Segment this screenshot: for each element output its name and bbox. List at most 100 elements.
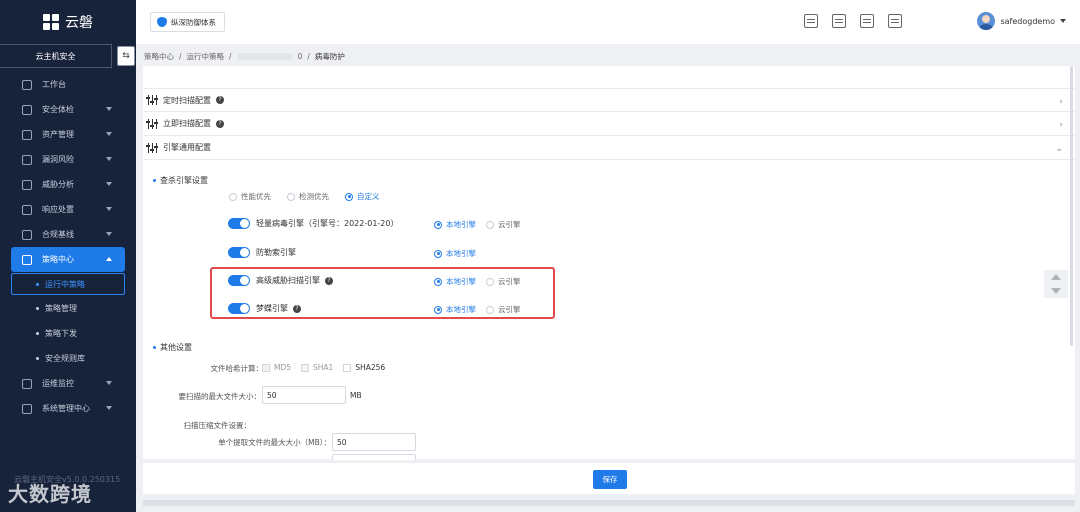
sidebar-item-system[interactable]: 系统管理中心 — [0, 396, 136, 421]
radio-icon — [486, 277, 494, 286]
arrow-up-icon[interactable] — [1051, 274, 1061, 280]
radio-label: 本地引擎 — [446, 305, 476, 314]
checkbox-icon — [301, 363, 310, 372]
checkbox-sha1[interactable]: SHA1 — [301, 363, 333, 372]
chevron-down-icon — [106, 107, 112, 111]
chevron-down-icon — [106, 381, 112, 385]
arrow-down-icon[interactable] — [1051, 288, 1061, 294]
radio-local-engine[interactable]: 本地引擎 — [434, 276, 476, 287]
radio-icon — [434, 305, 442, 314]
help-icon[interactable]: ? — [293, 304, 301, 313]
engine-row-ransomware: 防勒索引擎 — [228, 247, 296, 258]
sidebar-nav: 工作台 安全体检 资产管理 漏洞风险 威胁分析 响应处置 合规基线 策略中心 运… — [0, 72, 136, 421]
radio-detection[interactable]: 检测优先 — [287, 191, 329, 202]
mode-radio-group: 性能优先 检测优先 自定义 — [229, 191, 380, 202]
sidebar-item-monitor[interactable]: 运维监控 — [0, 371, 136, 396]
engine-toggle[interactable] — [228, 247, 250, 258]
scroll-buttons[interactable] — [1044, 270, 1068, 298]
help-icon[interactable]: ? — [216, 119, 224, 128]
radio-local-engine[interactable]: 本地引擎 — [434, 248, 476, 259]
save-button[interactable]: 保存 — [593, 470, 627, 489]
collapse-icon[interactable]: ⇆ — [117, 46, 135, 66]
checkbox-md5[interactable]: MD5 — [262, 363, 291, 372]
bottom-strip — [143, 500, 1075, 506]
accordion-scheduled-scan[interactable]: 定时扫描配置 ? › — [143, 88, 1075, 112]
username: safedogdemo — [1000, 16, 1055, 26]
sidebar-item-label: 系统管理中心 — [42, 404, 90, 413]
radio-icon — [434, 220, 442, 229]
breadcrumb-item[interactable]: 策略中心 — [144, 51, 174, 62]
sidebar-item-checkup[interactable]: 安全体检 — [0, 97, 136, 122]
sidebar-item-label: 合规基线 — [42, 230, 74, 239]
checkbox-label: SHA1 — [313, 363, 334, 372]
sidebar-subitem-running-policy[interactable]: 运行中策略 — [11, 273, 125, 295]
radio-cloud-engine[interactable]: 云引擎 — [486, 276, 521, 287]
sidebar-item-asset[interactable]: 资产管理 — [0, 122, 136, 147]
redacted-text — [236, 53, 293, 60]
section-title: 其他设置 — [160, 343, 192, 352]
engine-source-lightweight: 本地引擎 云引擎 — [434, 219, 521, 230]
max-size-input[interactable]: 50 — [262, 386, 346, 404]
radio-label: 本地引擎 — [446, 220, 476, 229]
sidebar-item-response[interactable]: 响应处置 — [0, 197, 136, 222]
engine-label-text: 梦蝶引擎 — [256, 304, 288, 313]
help-icon[interactable]: ? — [216, 96, 224, 104]
sidebar-subitem-label: 运行中策略 — [45, 279, 85, 289]
user-menu[interactable]: safedogdemo — [977, 12, 1066, 30]
checkbox-icon — [343, 363, 352, 372]
sidebar-item-threat[interactable]: 威胁分析 — [0, 172, 136, 197]
radio-cloud-engine[interactable]: 云引擎 — [486, 304, 521, 315]
sidebar-item-baseline[interactable]: 合规基线 — [0, 222, 136, 247]
screen-icon[interactable] — [804, 14, 818, 28]
engine-label: 高级威胁扫描引擎? — [256, 275, 333, 286]
radio-icon — [434, 277, 442, 286]
sidebar-item-workbench[interactable]: 工作台 — [0, 72, 136, 97]
checkbox-label: SHA256 — [355, 363, 386, 372]
sidebar-subitem-policy-deploy[interactable]: 策略下发 — [0, 321, 136, 346]
radio-icon — [287, 192, 295, 201]
radio-custom[interactable]: 自定义 — [345, 191, 380, 202]
accordion-label: 定时扫描配置 — [163, 95, 211, 105]
engine-toggle[interactable] — [228, 218, 250, 229]
breadcrumb-separator: / — [307, 52, 310, 61]
sidebar-item-label: 工作台 — [42, 80, 66, 89]
radio-cloud-engine[interactable]: 云引擎 — [486, 219, 521, 230]
radio-label: 云引擎 — [498, 277, 521, 286]
next-input-partial[interactable] — [332, 454, 416, 460]
sidebar-subitem-policy-manage[interactable]: 策略管理 — [0, 296, 136, 321]
engine-row-mengdie: 梦蝶引擎? — [228, 303, 301, 314]
checkbox-sha256[interactable]: SHA256 — [343, 363, 385, 372]
extract-size-input[interactable]: 50 — [332, 433, 416, 451]
server-icon[interactable] — [832, 14, 846, 28]
tab-defense-system[interactable]: 纵深防御体系 — [150, 12, 225, 32]
chevron-down-icon — [1060, 19, 1066, 23]
sidebar-item-vuln[interactable]: 漏洞风险 — [0, 147, 136, 172]
radio-local-engine[interactable]: 本地引擎 — [434, 304, 476, 315]
section-title: 云主机安全 — [0, 44, 112, 68]
accordion-instant-scan[interactable]: 立即扫描配置 ? › — [143, 112, 1075, 136]
radio-label: 本地引擎 — [446, 249, 476, 258]
sidebar-item-label: 安全体检 — [42, 105, 74, 114]
panel-scrollbar[interactable] — [1070, 66, 1073, 346]
radio-performance[interactable]: 性能优先 — [229, 191, 271, 202]
help-icon[interactable]: ? — [325, 276, 333, 285]
alert-icon[interactable] — [888, 14, 902, 28]
breadcrumb-item[interactable]: 0 — [298, 52, 303, 61]
accordion-engine-config[interactable]: 引擎通用配置 ⌄ — [143, 136, 1075, 160]
breadcrumb-item[interactable]: 运行中策略 — [187, 51, 225, 62]
chevron-down-icon — [106, 157, 112, 161]
radio-local-engine[interactable]: 本地引擎 — [434, 219, 476, 230]
sidebar-item-policy[interactable]: 策略中心 — [11, 247, 125, 272]
workbench-icon — [22, 79, 32, 90]
sidebar-subitem-rule-library[interactable]: 安全规则库 — [0, 346, 136, 371]
top-header: 纵深防御体系 safedogdemo — [136, 0, 1080, 44]
brand-logo[interactable]: 云磐 — [0, 0, 136, 44]
checkbox-icon — [262, 363, 270, 372]
breadcrumb: 策略中心 / 运行中策略 / 0 / 病毒防护 — [144, 51, 345, 62]
engine-toggle[interactable] — [228, 303, 250, 314]
engine-row-advanced-threat: 高级威胁扫描引擎? — [228, 275, 333, 286]
engine-toggle[interactable] — [228, 275, 250, 286]
chevron-down-icon — [106, 182, 112, 186]
document-icon[interactable] — [860, 14, 874, 28]
config-panel: 定时扫描配置 ? › 立即扫描配置 ? › 引擎通用配置 ⌄ 查杀引擎设置 性能… — [143, 66, 1075, 460]
